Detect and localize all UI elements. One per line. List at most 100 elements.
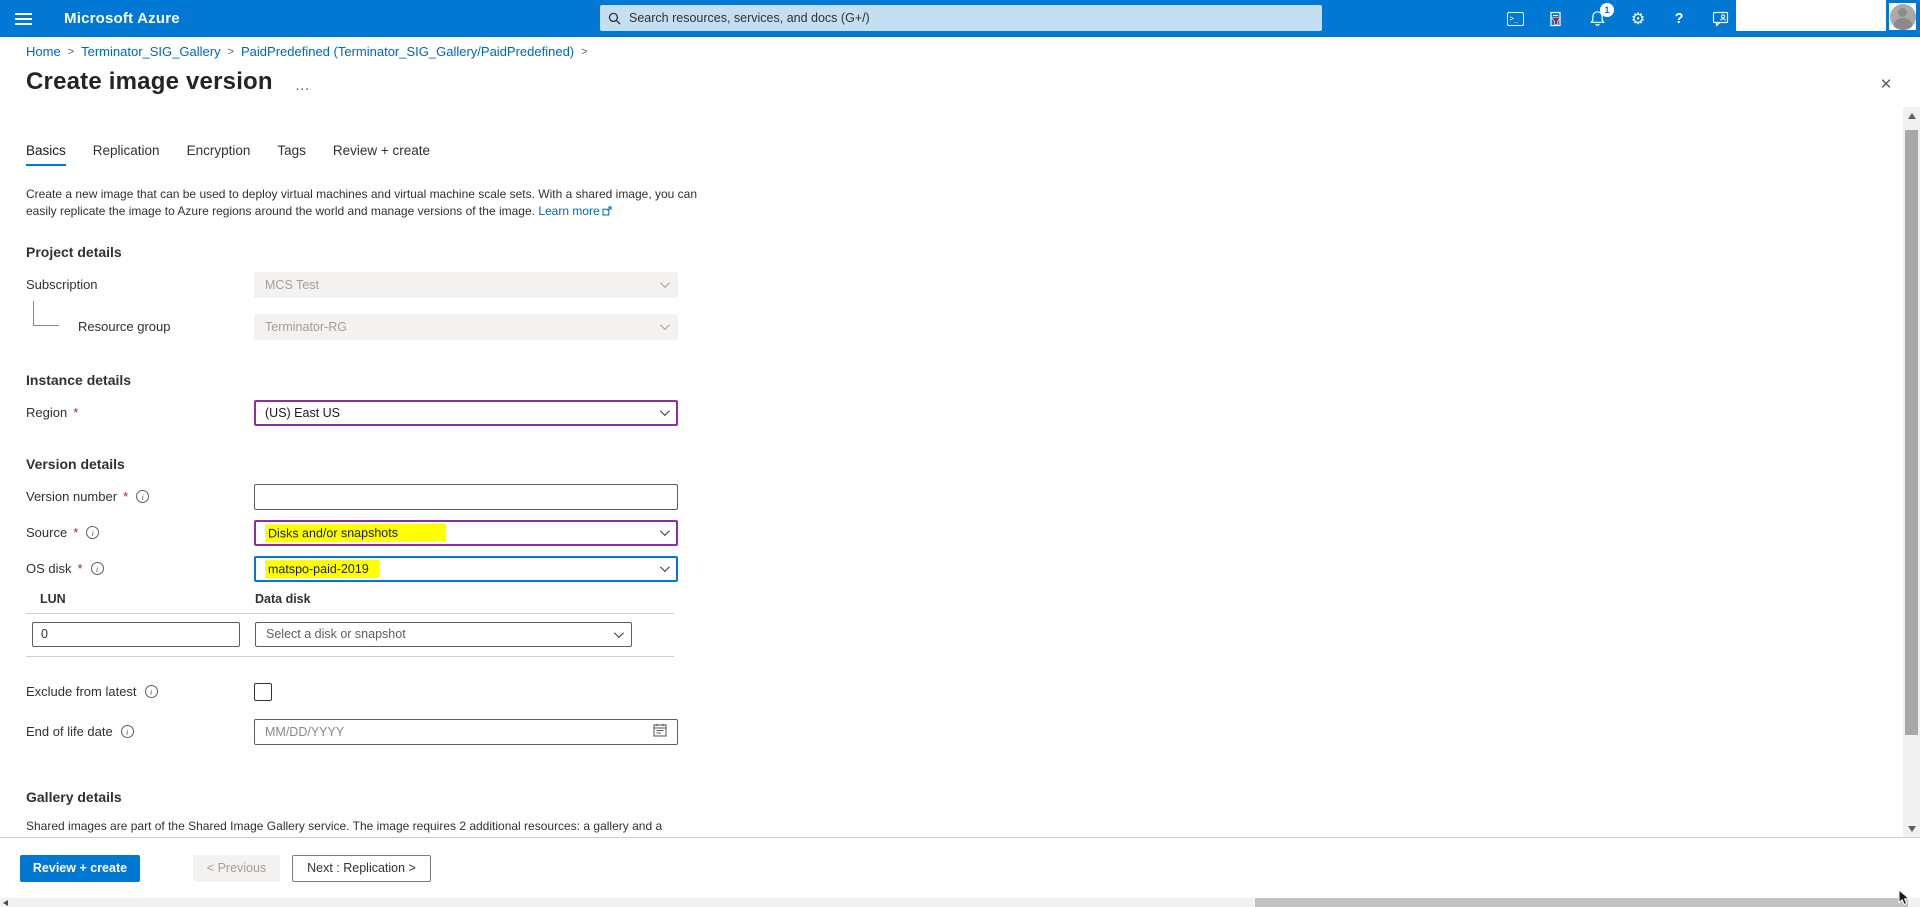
data-disk-column-header: Data disk	[255, 592, 311, 606]
exclude-from-latest-label: Exclude from latest i	[26, 684, 254, 699]
global-search[interactable]	[600, 5, 1322, 31]
os-disk-dropdown[interactable]: matspo-paid-2019	[254, 556, 678, 582]
chevron-down-icon	[660, 562, 670, 572]
chevron-down-icon	[660, 526, 670, 536]
vertical-scrollbar-thumb[interactable]	[1905, 130, 1918, 735]
end-of-life-date-field[interactable]	[254, 719, 678, 745]
region-label: Region*	[26, 405, 254, 420]
azure-portal: Microsoft Azure >_ 1 ⚙ ? Home > Termina	[0, 0, 1920, 907]
brand-logo[interactable]: Microsoft Azure	[64, 10, 180, 27]
version-number-field[interactable]	[254, 484, 678, 510]
data-disk-dropdown[interactable]: Select a disk or snapshot	[255, 622, 632, 647]
info-icon[interactable]: i	[121, 725, 134, 738]
tab-tags[interactable]: Tags	[277, 143, 306, 166]
page-header: Create image version …	[26, 68, 311, 96]
breadcrumb-gallery[interactable]: Terminator_SIG_Gallery	[81, 44, 220, 59]
search-input[interactable]	[629, 11, 1314, 25]
lun-input[interactable]	[32, 622, 240, 647]
tab-basics[interactable]: Basics	[26, 143, 66, 166]
tab-encryption[interactable]: Encryption	[187, 143, 251, 166]
source-dropdown[interactable]: Disks and/or snapshots	[254, 520, 678, 546]
resource-group-label: Resource group	[26, 319, 254, 334]
horizontal-scrollbar[interactable]	[0, 898, 1920, 907]
directory-filter-icon[interactable]	[1546, 9, 1566, 29]
highlighted-os-disk-value: matspo-paid-2019	[265, 560, 379, 578]
os-disk-row: OS disk* i matspo-paid-2019	[26, 556, 700, 582]
breadcrumb-definition[interactable]: PaidPredefined (Terminator_SIG_Gallery/P…	[241, 44, 574, 59]
scroll-down-icon[interactable]	[1903, 820, 1920, 837]
source-row: Source* i Disks and/or snapshots	[26, 520, 700, 546]
avatar[interactable]	[1889, 3, 1916, 30]
account-info-redacted	[1736, 0, 1886, 31]
notification-badge: 1	[1600, 3, 1614, 17]
gallery-details-text: Shared images are part of the Shared Ima…	[26, 817, 676, 837]
scroll-left-icon[interactable]	[3, 900, 8, 906]
feedback-icon[interactable]	[1710, 9, 1730, 29]
exclude-from-latest-checkbox[interactable]	[254, 683, 272, 701]
end-of-life-label: End of life date i	[26, 724, 254, 739]
topbar-icon-group: >_ 1 ⚙ ?	[1505, 0, 1730, 37]
user-avatar-icon	[1890, 4, 1916, 30]
section-project-details: Project details	[26, 244, 700, 260]
notifications-bell-icon[interactable]: 1	[1587, 9, 1607, 29]
os-disk-label: OS disk* i	[26, 561, 254, 576]
exclude-from-latest-row: Exclude from latest i	[26, 683, 700, 701]
breadcrumb: Home > Terminator_SIG_Gallery > PaidPred…	[26, 44, 588, 59]
section-gallery-details: Gallery details	[26, 789, 700, 805]
more-options-icon[interactable]: …	[295, 71, 311, 94]
previous-button: < Previous	[193, 855, 280, 882]
breadcrumb-separator: >	[68, 46, 74, 58]
blade-content: Basics Replication Encryption Tags Revie…	[0, 107, 1920, 837]
chevron-down-icon	[660, 406, 670, 416]
version-number-row: Version number* i	[26, 484, 700, 510]
chevron-down-icon	[660, 278, 670, 288]
tab-review-create[interactable]: Review + create	[333, 143, 430, 166]
data-disk-table-header: LUN Data disk	[26, 592, 674, 614]
calendar-icon[interactable]	[653, 723, 667, 740]
wizard-tabs: Basics Replication Encryption Tags Revie…	[26, 143, 700, 166]
top-bar: Microsoft Azure >_ 1 ⚙ ?	[0, 0, 1920, 37]
review-create-button[interactable]: Review + create	[20, 855, 140, 882]
section-instance-details: Instance details	[26, 372, 700, 388]
subscription-dropdown: MCS Test	[254, 272, 678, 298]
subscription-row: Subscription MCS Test	[26, 272, 700, 298]
chevron-down-icon	[660, 320, 670, 330]
learn-more-link[interactable]: Learn more	[538, 204, 599, 218]
page-title: Create image version	[26, 68, 273, 96]
next-replication-button[interactable]: Next : Replication >	[292, 855, 431, 882]
data-disk-table: LUN Data disk Select a disk or snapshot	[26, 592, 674, 657]
horizontal-scrollbar-thumb[interactable]	[1255, 898, 1908, 907]
vertical-scrollbar[interactable]	[1903, 107, 1920, 837]
lun-column-header: LUN	[40, 592, 255, 606]
cloud-shell-icon[interactable]: >_	[1505, 9, 1525, 29]
wizard-footer: Review + create < Previous Next : Replic…	[0, 837, 1920, 898]
hamburger-menu-icon[interactable]	[0, 0, 46, 37]
region-dropdown[interactable]: (US) East US	[254, 400, 678, 426]
breadcrumb-home[interactable]: Home	[26, 44, 61, 59]
search-icon	[608, 12, 621, 25]
info-icon[interactable]: i	[86, 526, 99, 539]
info-icon[interactable]: i	[136, 490, 149, 503]
info-icon[interactable]: i	[145, 685, 158, 698]
info-icon[interactable]: i	[91, 562, 104, 575]
version-number-label: Version number* i	[26, 489, 254, 504]
breadcrumb-separator: >	[228, 46, 234, 58]
chevron-down-icon	[614, 628, 624, 638]
version-number-input[interactable]	[265, 490, 667, 504]
scroll-up-icon[interactable]	[1903, 107, 1920, 124]
help-icon[interactable]: ?	[1669, 9, 1689, 29]
tab-replication[interactable]: Replication	[93, 143, 160, 166]
breadcrumb-separator: >	[581, 46, 587, 58]
end-of-life-date-input[interactable]	[265, 725, 625, 739]
intro-text: Create a new image that can be used to d…	[26, 186, 716, 222]
subscription-label: Subscription	[26, 277, 254, 292]
resource-group-row: Resource group Terminator-RG	[26, 314, 700, 340]
end-of-life-row: End of life date i	[26, 719, 700, 745]
tree-connector	[33, 301, 59, 326]
resource-group-dropdown: Terminator-RG	[254, 314, 678, 340]
table-row: Select a disk or snapshot	[26, 614, 674, 657]
settings-gear-icon[interactable]: ⚙	[1628, 9, 1648, 29]
mouse-cursor	[1898, 889, 1911, 907]
close-blade-icon[interactable]: ✕	[1876, 74, 1896, 94]
highlighted-source-value: Disks and/or snapshots	[265, 523, 446, 542]
